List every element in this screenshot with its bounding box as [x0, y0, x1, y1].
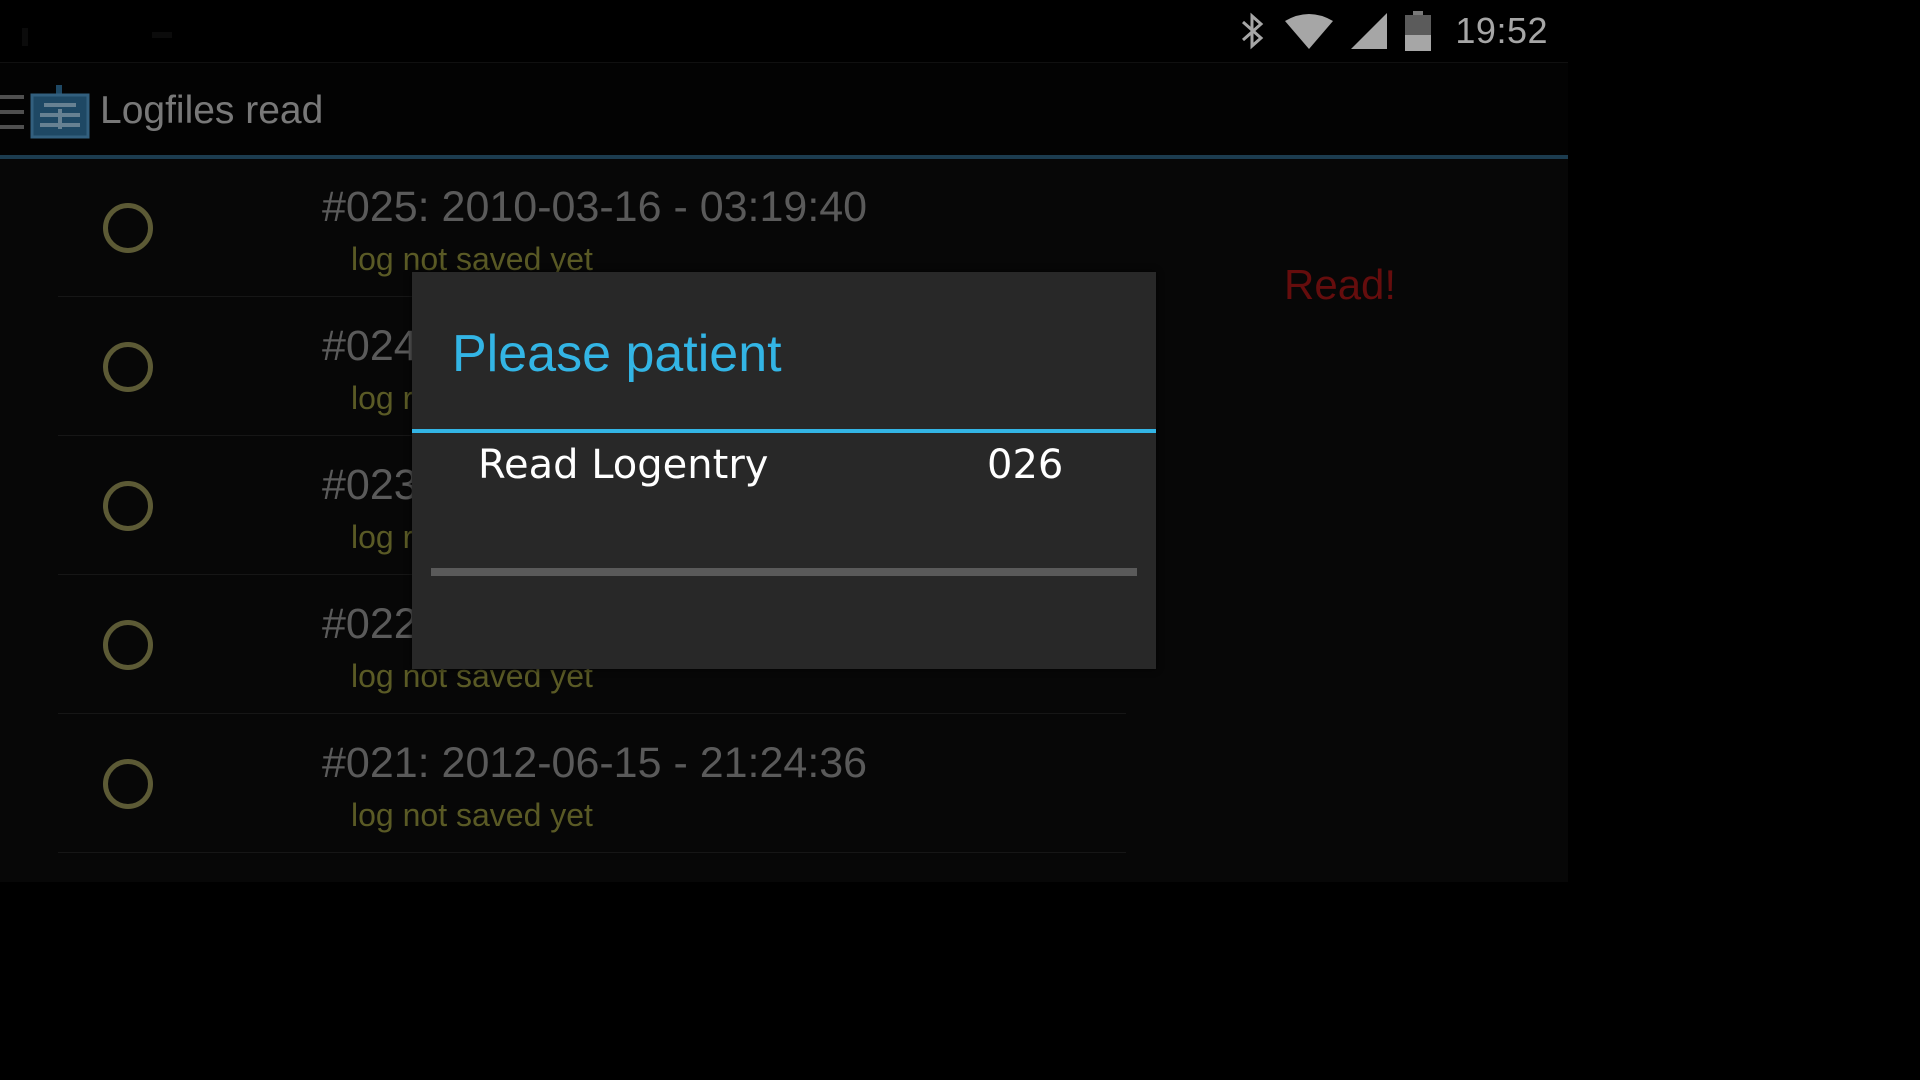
entry-title: #024: [322, 322, 418, 370]
battery-icon: [1405, 11, 1432, 51]
read-button[interactable]: Read!: [1284, 261, 1396, 309]
page-title: Logfiles read: [100, 89, 324, 132]
radio-button[interactable]: [103, 759, 153, 809]
dialog-message: Read Logentry: [478, 442, 769, 488]
progress-dialog: Please patient Read Logentry 026: [412, 272, 1156, 669]
entry-title: #025: 2010-03-16 - 03:19:40: [322, 183, 868, 231]
dialog-title: Please patient: [452, 325, 782, 383]
list-item[interactable]: #021: 2012-06-15 - 21:24:36 log not save…: [0, 715, 1130, 853]
entry-title: #023: [322, 461, 418, 509]
radio-button[interactable]: [103, 342, 153, 392]
entry-status: log r: [351, 519, 414, 555]
entry-title: #021: 2012-06-15 - 21:24:36: [322, 739, 868, 787]
status-bar: 19:52: [0, 0, 1568, 63]
radio-button[interactable]: [103, 481, 153, 531]
wifi-icon: [1285, 14, 1334, 49]
screen: 19:52 Logfiles read #025: 2010-03-16 - 0…: [0, 0, 1568, 882]
clock: 19:52: [1455, 10, 1548, 51]
bluetooth-icon: [1242, 12, 1264, 50]
radio-button[interactable]: [103, 203, 153, 253]
status-icons: 19:52: [1239, 8, 1548, 54]
radio-button[interactable]: [103, 620, 153, 670]
cell-signal-icon: [1351, 13, 1388, 49]
entry-title: #022: [322, 600, 418, 648]
dialog-title-divider: [412, 429, 1156, 433]
entry-counter: 026: [987, 442, 1064, 488]
action-bar: Logfiles read: [0, 63, 1568, 155]
menu-icon[interactable]: [0, 93, 24, 131]
divider: [58, 852, 1126, 853]
notification-icons: [22, 28, 172, 46]
divider: [58, 713, 1126, 714]
entry-status: log r: [351, 380, 414, 416]
logbook-icon[interactable]: [30, 85, 90, 139]
entry-status: log not saved yet: [351, 797, 593, 833]
progress-bar: [431, 568, 1137, 576]
